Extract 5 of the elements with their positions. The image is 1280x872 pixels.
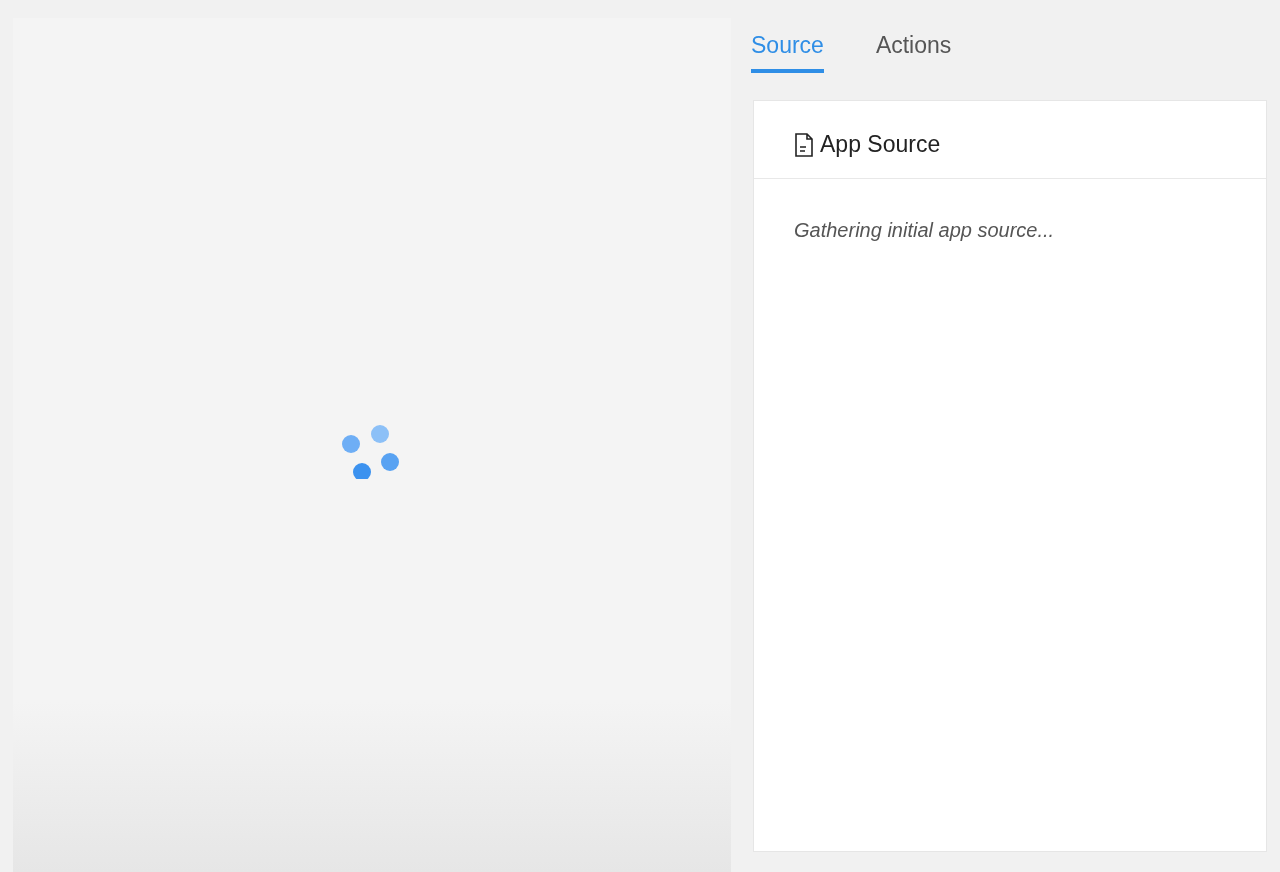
- panel-title: App Source: [820, 131, 941, 158]
- tab[interactable]: Actions: [875, 18, 952, 73]
- document-icon: [794, 132, 814, 157]
- loading-message: Gathering initial app source...: [794, 219, 1055, 241]
- loading-spinner-icon: [342, 425, 402, 479]
